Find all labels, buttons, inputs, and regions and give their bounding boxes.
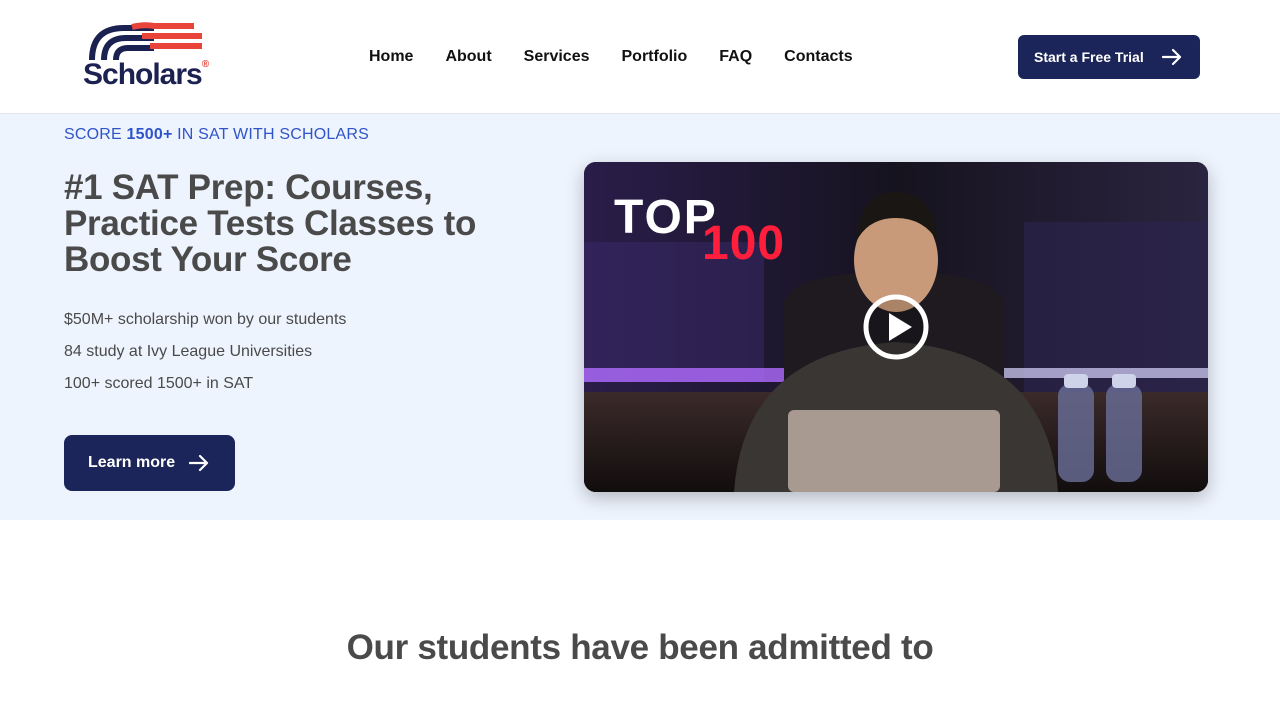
nav-portfolio[interactable]: Portfolio — [622, 46, 688, 68]
admitted-section-title: Our students have been admitted to — [346, 628, 934, 667]
hero-kicker: SCORE 1500+ IN SAT WITH SCHOLARS — [64, 126, 370, 143]
nav-faq[interactable]: FAQ — [719, 46, 752, 68]
learn-more-label: Learn more — [88, 454, 176, 471]
main-nav: Home About Services Portfolio FAQ Contac… — [369, 46, 853, 68]
nav-contacts[interactable]: Contacts — [784, 46, 852, 68]
hero-stats: $50M+ scholarship won by our students 84… — [64, 304, 346, 400]
arrow-right-icon — [1162, 48, 1182, 66]
nav-services[interactable]: Services — [524, 46, 590, 68]
logo-wordmark: Scholars® — [83, 58, 209, 91]
nav-home[interactable]: Home — [369, 46, 413, 68]
stat-ivy-league: 84 study at Ivy League Universities — [64, 343, 313, 360]
hero-video-player[interactable]: TOP 100 — [584, 162, 1208, 492]
scholars-logo[interactable]: Scholars® — [80, 20, 210, 94]
site-header: Scholars® Home About Services Portfolio … — [0, 0, 1280, 114]
learn-more-button[interactable]: Learn more — [64, 435, 235, 491]
start-free-trial-button[interactable]: Start a Free Trial — [1018, 35, 1200, 79]
nav-about[interactable]: About — [445, 46, 491, 68]
stat-scholarship: $50M+ scholarship won by our students — [64, 311, 347, 328]
logo-arcs-icon — [89, 22, 202, 61]
trial-button-label: Start a Free Trial — [1034, 49, 1144, 65]
hero-section: SCORE 1500+ IN SAT WITH SCHOLARS #1 SAT … — [0, 114, 1280, 520]
hero-headline: #1 SAT Prep: Courses, Practice Tests Cla… — [64, 168, 477, 279]
play-icon[interactable] — [862, 293, 930, 361]
video-overlay-title: TOP 100 — [614, 194, 786, 270]
stat-1500-scorers: 100+ scored 1500+ in SAT — [64, 375, 254, 392]
arrow-right-icon — [189, 454, 209, 472]
overlay-100-text: 100 — [702, 217, 786, 270]
